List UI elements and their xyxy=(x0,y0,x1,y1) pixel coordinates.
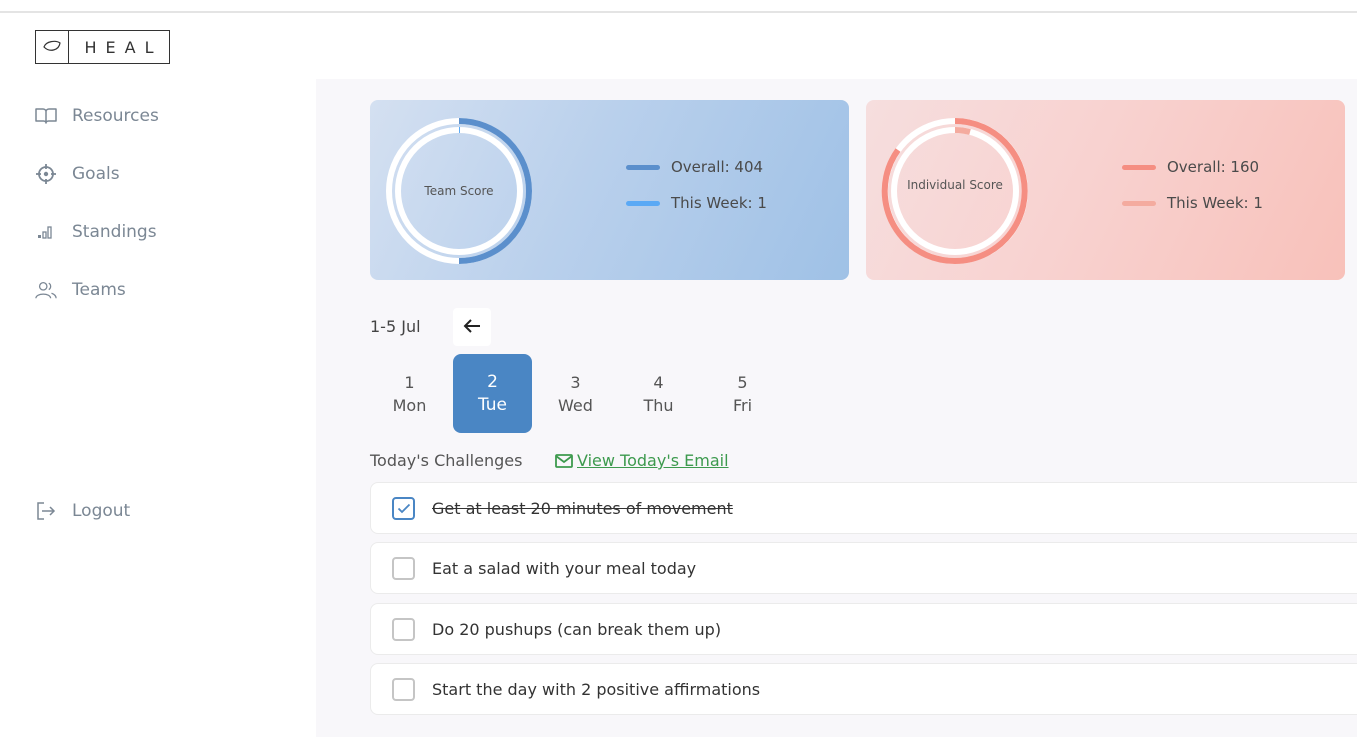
challenge-text: Eat a salad with your meal today xyxy=(432,558,697,578)
arrow-left-icon xyxy=(463,318,481,337)
leaf-icon xyxy=(36,31,69,63)
previous-week-button[interactable] xyxy=(453,308,491,346)
logout-label: Logout xyxy=(72,501,131,521)
challenge-checkbox[interactable] xyxy=(392,677,415,701)
legend-week-label: This Week: 1 xyxy=(1167,194,1263,212)
legend-week-label: This Week: 1 xyxy=(671,194,767,212)
legend-swatch xyxy=(626,164,660,170)
top-divider xyxy=(0,11,1357,13)
sidebar-item-standings[interactable]: Standings xyxy=(35,218,157,246)
logout-button[interactable]: Logout xyxy=(35,497,130,525)
day-number: 5 xyxy=(737,372,748,392)
crosshair-icon xyxy=(35,163,57,185)
legend-overall-label: Overall: 404 xyxy=(671,158,764,176)
day-tue[interactable]: 2 Tue xyxy=(453,354,532,433)
legend-swatch xyxy=(1122,200,1156,206)
legend-week: This Week: 1 xyxy=(1122,185,1263,221)
sidebar-item-teams[interactable]: Teams xyxy=(35,276,126,304)
day-thu[interactable]: 4 Thu xyxy=(619,354,698,433)
team-score-label: Team Score xyxy=(424,184,494,198)
view-email-label: View Today's Email xyxy=(577,451,729,470)
legend-overall: Overall: 404 xyxy=(626,149,767,185)
day-name: Wed xyxy=(558,395,593,415)
challenge-text: Do 20 pushups (can break them up) xyxy=(432,619,722,639)
individual-score-legend: Overall: 160 This Week: 1 xyxy=(1122,149,1263,221)
legend-overall-label: Overall: 160 xyxy=(1167,158,1260,176)
sidebar-item-resources[interactable]: Resources xyxy=(35,102,159,130)
view-email-link[interactable]: View Today's Email xyxy=(555,451,729,470)
day-name: Tue xyxy=(477,394,508,415)
day-number: 1 xyxy=(404,372,415,392)
sidebar-item-label: Resources xyxy=(72,106,159,126)
challenge-text: Start the day with 2 positive affirmatio… xyxy=(432,679,761,699)
challenges-title: Today's Challenges xyxy=(370,451,523,470)
day-wed[interactable]: 3 Wed xyxy=(536,354,615,433)
individual-score-label: Individual Score xyxy=(907,178,1003,192)
sidebar-item-label: Goals xyxy=(72,164,120,184)
bar-chart-icon xyxy=(35,221,57,243)
challenge-text: Get at least 20 minutes of movement xyxy=(432,498,733,518)
heal-logo[interactable]: HEAL xyxy=(35,30,170,64)
challenge-item[interactable]: Eat a salad with your meal today xyxy=(370,542,1357,594)
day-fri[interactable]: 5 Fri xyxy=(703,354,782,433)
legend-overall: Overall: 160 xyxy=(1122,149,1263,185)
logout-icon xyxy=(35,500,57,522)
team-score-card: Team Score Overall: 404 This Week: 1 xyxy=(370,100,849,280)
day-name: Fri xyxy=(732,395,753,415)
challenge-checkbox[interactable] xyxy=(392,617,415,641)
team-score-legend: Overall: 404 This Week: 1 xyxy=(626,149,767,221)
legend-week: This Week: 1 xyxy=(626,185,767,221)
book-icon xyxy=(35,105,57,127)
brand-name: HEAL xyxy=(84,37,163,57)
day-number: 4 xyxy=(653,372,664,392)
legend-swatch xyxy=(626,200,660,206)
day-name: Mon xyxy=(392,395,427,415)
day-mon[interactable]: 1 Mon xyxy=(370,354,449,433)
individual-score-card: Individual Score Overall: 160 This Week:… xyxy=(866,100,1345,280)
day-number: 2 xyxy=(487,371,498,392)
day-name: Thu xyxy=(643,395,674,415)
challenge-item[interactable]: Get at least 20 minutes of movement xyxy=(370,482,1357,534)
sidebar-item-goals[interactable]: Goals xyxy=(35,160,120,188)
challenge-checkbox[interactable] xyxy=(392,496,415,520)
sidebar-item-label: Standings xyxy=(72,222,157,242)
challenge-checkbox[interactable] xyxy=(392,556,415,580)
checkmark-icon xyxy=(397,503,410,513)
challenge-item[interactable]: Do 20 pushups (can break them up) xyxy=(370,603,1357,655)
legend-swatch xyxy=(1122,164,1156,170)
day-number: 3 xyxy=(570,372,581,392)
users-icon xyxy=(35,279,57,301)
challenge-item[interactable]: Start the day with 2 positive affirmatio… xyxy=(370,663,1357,715)
sidebar-item-label: Teams xyxy=(72,280,126,300)
envelope-icon xyxy=(555,453,573,468)
week-range-label: 1-5 Jul xyxy=(370,317,421,336)
